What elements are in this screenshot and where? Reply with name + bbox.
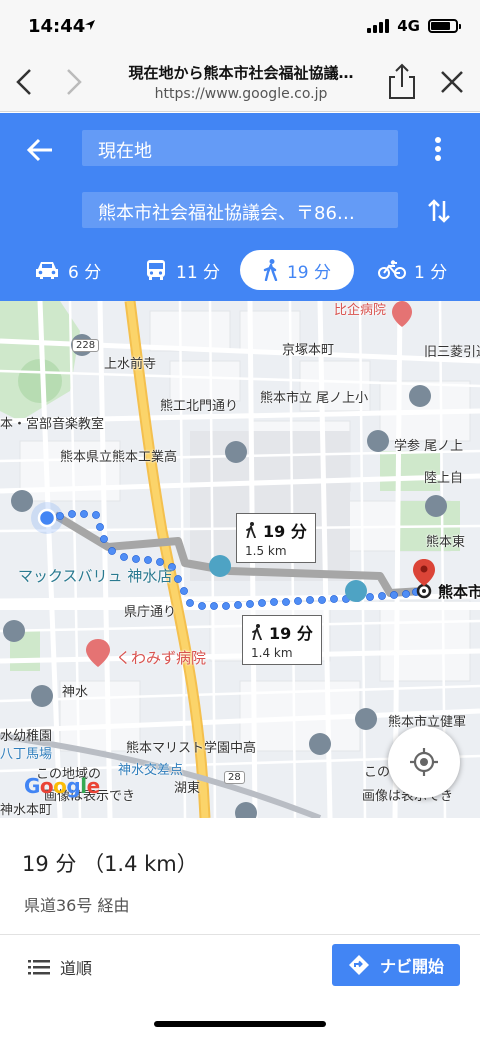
alternative-route-distance: 1.5 km — [245, 544, 287, 558]
map-label-kamimizumae: 上水前寺 — [104, 357, 157, 372]
google-logo: Google — [24, 774, 100, 798]
my-location-button[interactable] — [388, 726, 460, 798]
origin-input[interactable]: 現在地 — [82, 130, 398, 166]
back-chevron-icon[interactable] — [10, 66, 40, 98]
status-bar: 14:44 4G — [0, 0, 480, 52]
mode-transit-time: 11 分 — [176, 262, 221, 283]
walking-icon — [263, 259, 278, 281]
map-label-shinsui-crossing: 神水交差点 — [118, 763, 184, 778]
more-options-icon[interactable] — [426, 135, 450, 163]
map-label-kumahigashi: 熊本東 — [426, 535, 466, 550]
mode-transit[interactable]: 11 分 — [144, 250, 220, 290]
map-label-maxvalu: マックスバリュ 神水店 — [18, 567, 173, 585]
road-number-228: 228 — [72, 339, 100, 352]
map-label-shinsui: 神水 — [62, 685, 89, 700]
map-label-kuwamizu: くわみず病院 — [116, 649, 207, 667]
start-navigation-label: ナビ開始 — [379, 957, 444, 976]
map-label-marist: 熊本マリスト学園中高 — [126, 741, 257, 756]
swap-icon[interactable] — [424, 195, 454, 227]
list-icon — [28, 960, 50, 975]
car-icon — [36, 262, 58, 279]
destination-input[interactable]: 熊本市社会福祉協議会、〒86… — [82, 192, 398, 228]
back-arrow-icon[interactable] — [24, 135, 58, 165]
battery-icon — [428, 19, 461, 33]
map-label-destination: 熊本市 — [438, 583, 480, 601]
map-label-kindergarten: 水幼稚園 — [0, 729, 53, 744]
mode-walk[interactable]: 19 分 — [240, 250, 354, 290]
bus-icon — [147, 260, 165, 280]
navigation-icon — [348, 955, 369, 975]
status-time: 14:44 — [28, 16, 86, 37]
action-bar: 道順 ナビ開始 — [0, 934, 480, 996]
road-number-28: 28 — [224, 771, 245, 784]
map-label-kodo: 湖東 — [174, 781, 201, 796]
steps-button-label: 道順 — [60, 959, 93, 978]
home-indicator[interactable] — [154, 1021, 326, 1027]
mode-walk-time: 19 分 — [286, 262, 332, 283]
mode-drive[interactable]: 6 分 — [34, 250, 101, 290]
mode-drive-time: 6 分 — [68, 262, 102, 283]
browser-bar: 現在地から熊本市社会福祉協議… https://www.google.co.jp — [0, 52, 480, 112]
alternative-route-callout[interactable]: 19 分 1.5 km — [236, 513, 316, 563]
directions-header: 現在地 熊本市社会福祉協議会、〒86… 6 分 11 分 19 分 1 分 — [0, 113, 480, 301]
steps-button[interactable]: 道順 — [28, 955, 92, 979]
start-navigation-button[interactable]: ナビ開始 — [332, 944, 460, 986]
selected-route-time: 19 分 — [269, 624, 313, 643]
page-title: 現在地から熊本市社会福祉協議… — [128, 64, 354, 82]
close-icon[interactable] — [436, 66, 468, 98]
map-label-kenchou-dori: 県庁通り — [124, 605, 177, 620]
map-label-school-onoue: 熊本市立 尾ノ上小 — [260, 391, 369, 406]
map-label-land: 陸上自 — [424, 471, 464, 486]
crosshair-icon — [410, 748, 438, 776]
map-label-gakusan: 学参 尾ノ上 — [394, 439, 464, 454]
page-url: https://www.google.co.jp — [154, 86, 328, 102]
map-label-hon-suiho: 神水本町 — [0, 803, 53, 818]
map-label-kitamon: 熊工北門通り — [160, 399, 239, 414]
travel-modes: 6 分 11 分 19 分 1 分 — [0, 250, 480, 292]
selected-route-callout[interactable]: 19 分 1.4 km — [242, 615, 322, 665]
mode-bike-time: 1 分 — [414, 262, 448, 283]
walking-icon — [246, 522, 256, 538]
walking-icon — [252, 624, 262, 640]
route-summary-via: 県道36号 経由 — [24, 896, 130, 915]
bicycle-icon — [378, 260, 406, 279]
map-label-kogyo: 熊本県立熊本工業高 — [60, 450, 178, 465]
mode-bike[interactable]: 1 分 — [378, 250, 447, 290]
forward-chevron-icon[interactable] — [58, 66, 88, 98]
share-icon[interactable] — [386, 62, 418, 102]
route-summary-time: 19 分 （1.4 km） — [22, 852, 198, 876]
selected-route-distance: 1.4 km — [251, 646, 293, 660]
location-arrow-icon — [85, 20, 95, 30]
network-label: 4G — [397, 17, 420, 35]
map-label-hachoba: 八丁馬場 — [0, 747, 53, 762]
map-label-hospital-top: 比企病院 — [334, 303, 387, 318]
alternative-route-time: 19 分 — [263, 522, 307, 541]
map-label-music: 本・宮部音楽教室 — [0, 417, 105, 432]
route-summary[interactable]: 19 分 （1.4 km） 県道36号 経由 — [0, 818, 480, 934]
map-label-kyobashi: 京塚本町 — [282, 343, 335, 358]
signal-icon — [367, 19, 390, 33]
map-label-ni-sanriki: 旧三菱引込 — [424, 345, 480, 360]
